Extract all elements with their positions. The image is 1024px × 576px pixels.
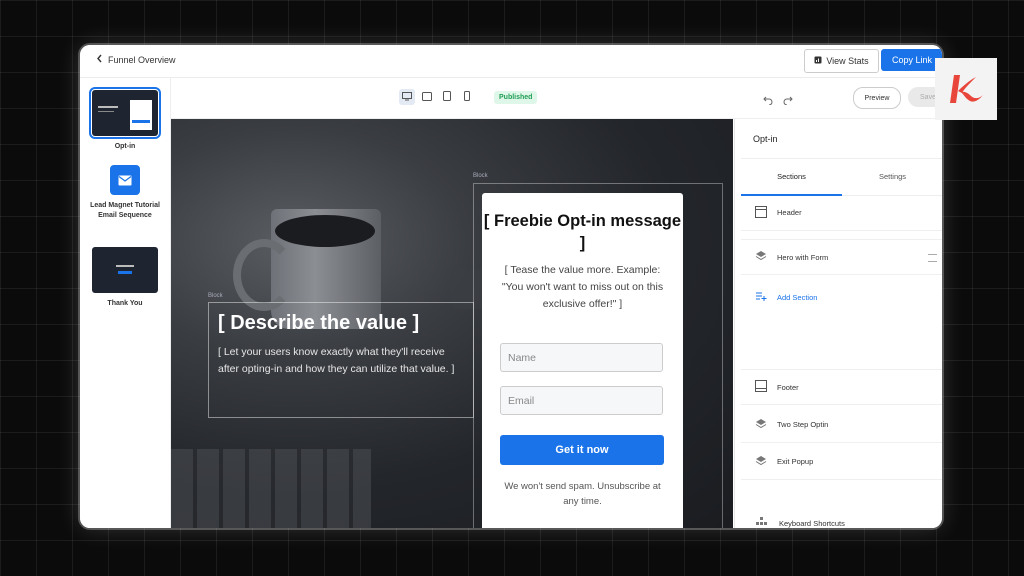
view-stats-label: View Stats xyxy=(826,56,869,66)
editor-toolbar: Published Preview Save xyxy=(171,78,942,119)
section-label: Header xyxy=(777,208,802,217)
block-tag: Block xyxy=(473,173,488,179)
email-field[interactable] xyxy=(500,386,663,415)
section-label: Exit Popup xyxy=(777,457,814,466)
brand-logo xyxy=(935,58,997,120)
page-canvas[interactable]: Block [ Describe the value ] [ Let your … xyxy=(171,119,733,528)
redo-icon[interactable] xyxy=(783,92,793,110)
layers-icon xyxy=(755,250,767,264)
form-heading: [ Freebie Opt-in message ] xyxy=(483,212,682,252)
keyboard-icon xyxy=(755,517,769,528)
spam-notice: We won't send spam. Unsubscribe at any t… xyxy=(504,481,661,507)
panel-title: Opt-in xyxy=(753,134,778,144)
tab-settings[interactable]: Settings xyxy=(842,159,942,194)
mobile-icon xyxy=(464,88,470,106)
add-section-button[interactable]: Add Section xyxy=(741,279,942,315)
section-hero-with-form[interactable]: Hero with Form xyxy=(741,239,942,275)
section-two-step-optin[interactable]: Two Step Optin xyxy=(741,407,942,443)
back-link-label: Funnel Overview xyxy=(108,54,176,65)
get-it-now-button[interactable]: Get it now xyxy=(500,435,664,465)
value-description: [ Let your users know exactly what they'… xyxy=(218,346,455,375)
panel-tabs: Sections Settings xyxy=(741,158,942,196)
block-tag: Block xyxy=(208,293,223,299)
header-layout-icon xyxy=(755,205,767,220)
top-bar: Funnel Overview View Stats Copy Link xyxy=(80,45,942,78)
keyboard-shortcuts-button[interactable]: Keyboard Shortcuts xyxy=(741,505,942,528)
step-thumbnail xyxy=(89,87,161,139)
value-block[interactable]: [ Describe the value ] [ Let your users … xyxy=(208,302,474,418)
form-subheading: [ Tease the value more. Example: "You wo… xyxy=(501,264,664,310)
tab-sections[interactable]: Sections xyxy=(741,159,842,196)
stats-icon xyxy=(814,56,822,66)
name-field[interactable] xyxy=(500,343,663,372)
layers-icon xyxy=(755,418,767,432)
brand-logo-icon xyxy=(950,75,983,103)
step-opt-in[interactable]: Opt-in xyxy=(80,87,170,152)
view-stats-button[interactable]: View Stats xyxy=(804,49,879,73)
step-thumbnail xyxy=(92,247,158,293)
tablet-icon xyxy=(443,88,451,106)
laptop-icon xyxy=(422,88,432,106)
status-badge: Published xyxy=(494,91,538,104)
step-lead-magnet-email[interactable]: Lead Magnet Tutorial Email Sequence xyxy=(80,165,170,221)
section-label: Hero with Form xyxy=(777,252,829,262)
mobile-view-button[interactable] xyxy=(459,89,475,105)
value-heading: [ Describe the value ] xyxy=(218,312,420,334)
layers-icon xyxy=(755,455,767,469)
copy-link-label: Copy Link xyxy=(891,55,933,65)
email-icon xyxy=(110,165,140,195)
laptop-view-button[interactable] xyxy=(419,89,435,105)
step-thank-you[interactable]: Thank You xyxy=(80,247,170,309)
keyboard-shortcuts-label: Keyboard Shortcuts xyxy=(779,518,845,528)
sections-panel: Opt-in Sections Settings Header Hero wit… xyxy=(734,119,942,528)
funnel-steps-sidebar: Opt-in Lead Magnet Tutorial Email Sequen… xyxy=(80,78,171,528)
section-exit-popup[interactable]: Exit Popup xyxy=(741,444,942,480)
copy-link-button[interactable]: Copy Link xyxy=(881,49,942,71)
desktop-view-button[interactable] xyxy=(399,89,415,105)
footer-layout-icon xyxy=(755,380,767,394)
section-label: Two Step Optin xyxy=(777,420,829,429)
section-header[interactable]: Header xyxy=(741,195,942,231)
preview-button[interactable]: Preview xyxy=(853,87,901,109)
chevron-left-icon xyxy=(96,54,103,65)
section-label: Footer xyxy=(777,382,799,392)
step-label: Lead Magnet Tutorial Email Sequence xyxy=(90,202,160,219)
app-window: Funnel Overview View Stats Copy Link Opt… xyxy=(80,45,942,528)
desktop-icon xyxy=(402,88,412,106)
add-list-icon xyxy=(755,290,767,304)
tablet-view-button[interactable] xyxy=(439,89,455,105)
device-switcher xyxy=(399,89,475,105)
add-section-label: Add Section xyxy=(777,292,818,302)
step-label: Opt-in xyxy=(114,143,136,150)
section-footer[interactable]: Footer xyxy=(741,369,942,405)
step-label: Thank You xyxy=(107,300,143,307)
drag-handle-icon[interactable] xyxy=(928,254,937,262)
opt-in-form-card[interactable]: [ Freebie Opt-in message ] [ Tease the v… xyxy=(482,193,683,528)
undo-icon[interactable] xyxy=(763,92,773,110)
back-link[interactable]: Funnel Overview xyxy=(96,54,176,65)
